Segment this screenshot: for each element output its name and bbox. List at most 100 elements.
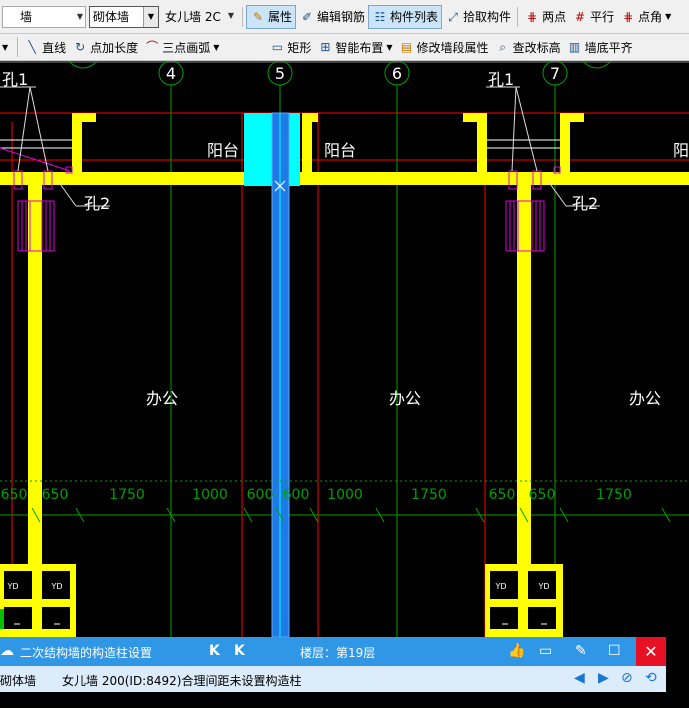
smart-layout-button[interactable]: ⊞ 智能布置 ▼ [314,35,395,59]
pick-component-button[interactable]: ⤢ 拾取构件 [442,5,514,29]
close-icon: ✕ [644,642,658,661]
pick-component-label: 拾取构件 [463,10,512,24]
secondary-structure-panel-header: ☁ 二次结构墙的构造柱设置 K K 楼层：第19层 👍 ▭ ✎ ☐ [0,637,666,666]
smart-layout-label: 智能布置 [335,40,384,55]
last-page-icon[interactable]: K [234,643,245,659]
next-icon[interactable]: ▶ [598,670,609,686]
eyedropper-icon: ⤢ [448,9,458,24]
horizontal-wall[interactable] [0,172,689,185]
properties-label: 属性 [268,10,293,24]
red-grid [0,112,689,637]
thumbs-up-icon[interactable]: 👍 [508,643,525,659]
dimension-value: 650 [1,487,28,503]
toolbar-separator [242,6,243,27]
ignore-icon[interactable]: ⊘ [621,670,633,686]
refresh-icon[interactable]: ⟲ [645,670,657,686]
parallel-label: 平行 [590,10,615,24]
green-marker [0,609,4,629]
chevron-down-icon[interactable]: ▼ [213,43,219,52]
dimension-value: 1750 [596,487,632,503]
hole2-label: 孔2 [84,194,110,213]
office-label: 办公 [389,389,421,408]
properties-button[interactable]: ✎ 属性 [246,4,297,29]
leader-line [17,86,31,172]
message-row[interactable]: 砌体墙 女儿墙 200(ID:8492)合理间距未设置构造柱 ◀ ▶ ⊘ ⟲ [0,666,666,692]
component-type-combo[interactable]: 墙 ▼ [2,5,86,28]
balcony-wall[interactable] [560,113,570,173]
check-elevation-button[interactable]: ⌕ 查改标高 [492,35,564,59]
message-text: 女儿墙 200(ID:8492)合理间距未设置构造柱 [62,674,302,688]
panel-title: 二次结构墙的构造柱设置 [20,646,153,660]
dimension-value: 650 [529,487,556,503]
prev-icon[interactable]: ◀ [574,670,585,686]
comment-icon[interactable]: ▭ [539,643,552,659]
axis-label-7: 7 [550,64,560,83]
chevron-down-icon[interactable]: ▼ [386,43,392,52]
component-type-value: 墙 [20,10,33,24]
right-edge-strip [666,637,689,692]
component-list-label: 构件列表 [390,10,439,24]
rectangle-button[interactable]: ▭ 矩形 [266,35,314,59]
chevron-down-icon[interactable]: ▼ [2,43,8,52]
parallel-button[interactable]: # 平行 [569,5,617,29]
hole-detail-right [486,86,600,252]
point-length-label: 点加长度 [90,40,139,55]
maximize-icon[interactable]: ☐ [608,643,621,659]
chevron-down-icon[interactable]: ▼ [665,12,671,21]
material-combo[interactable]: 砌体墙 ▼ [89,5,159,28]
parallel-icon: # [575,9,586,24]
three-point-arc-button[interactable]: ⌒ 三点画弧 ▼ [141,35,222,59]
hole-leaders [486,86,600,207]
dimension-value: 1000 [327,487,363,503]
axis-bubbles [65,50,615,86]
balcony-wall[interactable] [477,113,487,173]
chevron-down-icon[interactable]: ▼ [228,6,234,26]
column-label: YD [50,582,62,591]
hole-detail-left [0,86,110,252]
balcony-label: 阳台 [207,141,239,160]
first-page-icon[interactable]: K [209,643,220,659]
chevron-down-icon[interactable]: ▼ [77,7,83,27]
point-angle-button[interactable]: ⋕ 点角 ▼ [617,5,674,29]
column-cavity [490,607,518,629]
dimension-value: 600 [247,487,274,503]
edit-icon[interactable]: ✎ [575,643,587,659]
point-length-button[interactable]: ↻ 点加长度 [69,35,141,59]
axis-lines [0,85,689,637]
modify-wall-segment-button[interactable]: ▤ 修改墙段属性 [396,35,492,59]
three-point-arc-label: 三点画弧 [162,40,211,55]
axis-label-6: 6 [392,64,402,83]
drawing-canvas[interactable]: 4 5 6 7 YD YD YD YD 孔1 孔1 孔2 孔2 阳台 阳台 阳 … [0,50,689,638]
axis-label-5: 5 [275,64,285,83]
wall-bottom-align-button[interactable]: ▥ 墙底平齐 [564,35,636,59]
close-panel-button[interactable]: ✕ [636,637,666,666]
axis-label-4: 4 [166,64,176,83]
chevron-down-icon[interactable]: ▼ [143,6,158,27]
two-points-button[interactable]: ⋕ 两点 [521,5,569,29]
dimension-value: 1000 [192,487,228,503]
line-button[interactable]: ╲ 直线 [21,35,69,59]
point-angle-icon: ⋕ [623,9,634,24]
column-label: YD [537,582,549,591]
material-value: 砌体墙 [93,10,130,24]
properties-icon: ✎ [252,9,264,24]
modify-wall-segment-label: 修改墙段属性 [416,40,489,55]
column-label: YD [6,582,18,591]
dimension-value: 650 [42,487,69,503]
dimension-value: 1750 [411,487,447,503]
edit-rebar-label: 编辑钢筋 [317,10,366,24]
component-name-combo[interactable]: 女儿墙 2C ▼ [162,6,236,28]
floor-plan-drawing[interactable]: 4 5 6 7 YD YD YD YD 孔1 孔1 孔2 孔2 阳台 阳台 阳 … [0,50,689,638]
balcony-wall[interactable] [302,113,312,173]
draw-toolbar: ▼ ╲ 直线 ↻ 点加长度 ⌒ 三点画弧 ▼ ▭ 矩形 ⊞ 智能布置 ▼ ▤ 修… [0,34,689,61]
point-angle-label: 点角 [638,10,663,24]
rectangle-label: 矩形 [287,40,312,55]
edit-rebar-button[interactable]: ✐ 编辑钢筋 [296,5,368,29]
arc-icon: ⌒ [146,40,159,54]
rebar-pen-icon: ✐ [301,9,313,24]
line-label: 直线 [42,40,67,55]
component-list-button[interactable]: ☷ 构件列表 [368,4,443,29]
two-points-label: 两点 [542,10,567,24]
smart-layout-icon: ⊞ [320,40,331,54]
balcony-wall[interactable] [72,113,82,173]
